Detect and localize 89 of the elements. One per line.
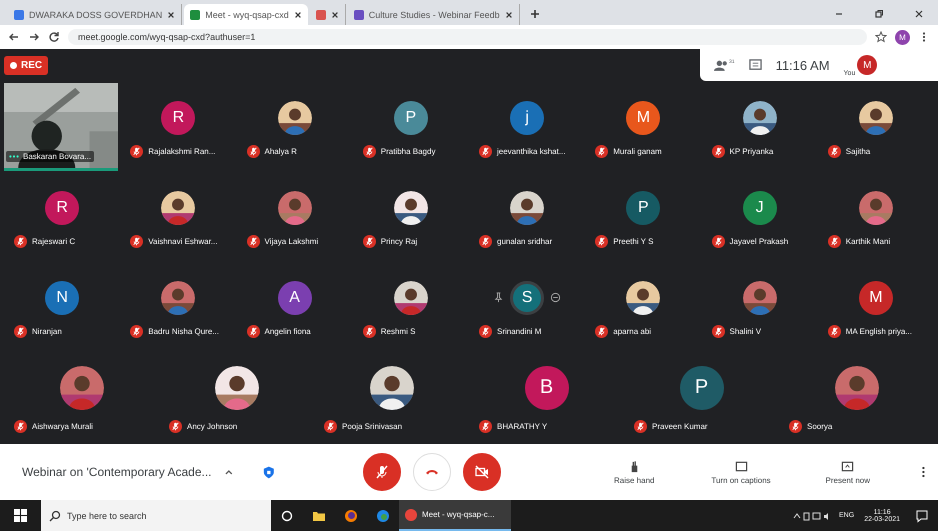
browser-icon[interactable] [344,508,358,522]
participant-name: aparna abi [613,326,652,336]
participant-name: Soorya [807,422,832,431]
participant-name: Princy Raj [380,237,418,246]
participant-name: jeevanthika kshat... [497,147,566,156]
muted-mic-icon [374,464,390,480]
participant-name: Aishwarya Murali [32,422,93,431]
participant-name: Baskaran Bovara... [23,152,92,161]
participant-name: Srinandini M [497,326,542,336]
participant-name: MA English priya... [846,326,912,336]
reload-icon[interactable] [48,31,60,43]
participant-name: Preethi Y S [613,237,654,246]
microphone-button[interactable] [362,453,401,491]
toolbar-action[interactable]: Raise hand [580,460,688,484]
participant-avatar: P [394,101,428,136]
participant-name: BHARATHY Y [497,422,548,431]
close-icon[interactable] [167,10,176,18]
task-view-icon[interactable] [280,508,294,522]
recording-badge: REC [4,56,48,75]
windows-start-icon[interactable] [14,509,27,522]
close-icon[interactable] [504,10,513,18]
profile-avatar[interactable]: M [895,30,910,44]
participant-avatar: R [45,191,80,226]
close-icon[interactable] [330,10,339,18]
notifications-icon[interactable] [915,508,929,522]
participant-name: Badru Nisha Qure... [148,326,219,336]
participant-name: KP Priyanka [730,147,774,156]
tab-favicon-icon [316,10,326,20]
camera-button[interactable] [462,453,501,491]
participant-name: Ahalya R [264,147,297,156]
browser-tab[interactable]: Meet - wyq-qsap-cxd [184,4,308,25]
taskbar-search-box[interactable]: Type here to search [41,500,271,531]
participant-name: gunalan sridhar [497,237,552,246]
meeting-title[interactable]: Webinar on 'Contemporary Acade... [22,465,212,479]
people-button[interactable]: 31 [714,58,735,72]
shield-icon[interactable] [263,464,275,480]
participant-name: Rajalakshmi Ran... [148,147,216,156]
participant-name: Pratibha Bagdy [380,147,436,156]
meeting-time: 11:16 AM [776,58,830,72]
participant-name: Murali ganam [613,147,662,156]
participant-avatar: P [626,191,660,226]
participant-name: Niranjan [32,326,62,336]
new-tab-icon[interactable] [530,9,540,19]
participant-avatar: S [510,280,544,315]
present-screen-icon [841,460,854,472]
participant-avatar: J [742,191,777,226]
captions-icon [734,460,748,472]
participant-name: Angelin fiona [264,326,311,336]
taskbar-app[interactable]: Meet - wyq-qsap-c... [399,500,511,531]
participant-name: Ancy Johnson [187,422,238,431]
more-icon[interactable] [921,465,926,479]
participant-name: Pooja Srinivasan [342,422,402,431]
chat-icon[interactable] [748,58,762,72]
close-icon[interactable] [294,10,302,18]
toolbar-action[interactable]: Turn on captions [688,460,794,484]
caret-icon[interactable] [224,467,234,477]
pin-icon[interactable] [493,292,504,304]
forward-icon[interactable] [28,31,40,43]
participant-name: Jayavel Prakash [730,237,788,246]
participant-name: Karthik Mani [846,237,890,246]
back-icon[interactable] [8,31,20,43]
tab-favicon-icon [354,10,364,20]
participant-avatar: P [680,366,724,410]
search-icon [49,510,61,522]
participant-name: Praveen Kumar [652,422,708,431]
participant-name: Vaishnavi Eshwar... [148,237,218,246]
restore-icon[interactable] [874,9,884,19]
participant-name: Vijaya Lakshmi [264,237,318,246]
camera-off-icon [474,464,490,480]
audio-level-icon [9,154,19,158]
participant-avatar: M [858,280,893,315]
remove-icon[interactable] [550,292,562,304]
tab-favicon-icon [14,10,24,20]
participant-name: Shalini V [730,326,762,336]
toolbar-action[interactable]: Present now [794,460,902,484]
star-icon[interactable] [875,31,887,43]
participant-avatar: B [524,366,568,410]
participant-avatar: N [45,280,80,315]
participant-avatar: M [626,101,660,136]
participant-name: Reshmi S [380,326,416,336]
participant-avatar: R [161,101,196,136]
participant-avatar: A [278,280,312,315]
tab-favicon-icon [190,10,200,20]
close-icon[interactable] [914,9,924,19]
participant-avatar: j [510,101,544,136]
participant-name: Sajitha [846,147,870,156]
address-bar[interactable]: meet.google.com/wyq-qsap-cxd?authuser=1 [68,29,867,45]
self-avatar: M [857,55,878,75]
participant-name: Rajeswari C [32,237,76,246]
